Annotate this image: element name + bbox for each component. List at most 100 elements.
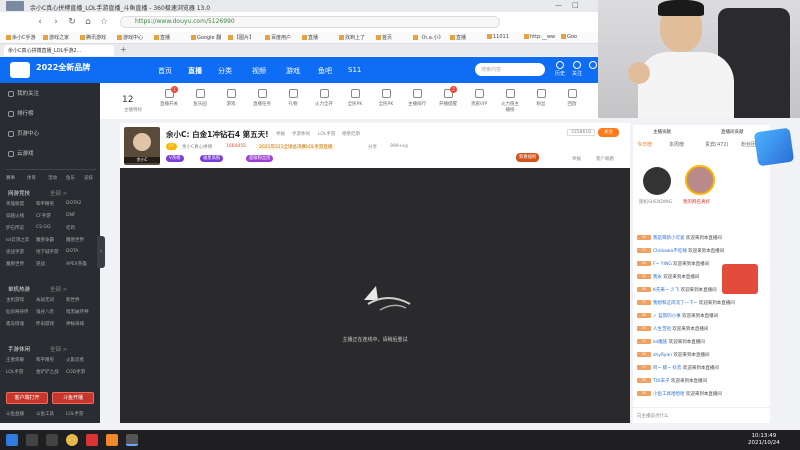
maximize-icon[interactable]: □ bbox=[572, 1, 579, 9]
gift-row-0[interactable]: 赛事 bbox=[6, 175, 15, 181]
sidebar-game-link[interactable]: DOTA2 bbox=[66, 201, 81, 206]
promo-badge[interactable] bbox=[753, 127, 795, 167]
search-icon[interactable] bbox=[26, 434, 38, 446]
bookmark-item[interactable]: 【图片】 bbox=[228, 34, 254, 41]
tag-fanclub[interactable]: 超级粉丝团 bbox=[246, 155, 274, 162]
sidebar-game-link[interactable]: COD手游 bbox=[66, 369, 85, 375]
sidebar-game-link[interactable]: 逆战 bbox=[36, 261, 45, 267]
nav-video[interactable]: 视频 bbox=[252, 66, 266, 76]
sidebar-game-link[interactable]: 逆战手游 bbox=[6, 249, 24, 255]
section-more[interactable]: 全部 > bbox=[50, 287, 67, 293]
bookmark-item[interactable]: Goo bbox=[561, 34, 577, 40]
address-bar[interactable]: https://www.douyu.com/5126990 bbox=[120, 16, 500, 28]
chat-username[interactable]: 人生苦短 bbox=[653, 327, 671, 332]
sidebar-game-link[interactable]: 王者荣耀 bbox=[6, 357, 24, 363]
feature-item[interactable]: 主播排行 bbox=[406, 89, 428, 107]
sidebar-collapse-handle[interactable]: ‹ bbox=[97, 236, 105, 268]
breadcrumb-2[interactable]: LOL手游 bbox=[318, 131, 335, 137]
app-icon-active[interactable] bbox=[126, 434, 138, 446]
sidebar-game-link[interactable]: 仙剑奇侠传 bbox=[6, 309, 29, 315]
bookmark-item[interactable]: 11011 bbox=[487, 34, 509, 40]
nav-category[interactable]: 分类 bbox=[218, 66, 232, 76]
sidebar-item-follow[interactable]: 我的关注 bbox=[8, 89, 39, 97]
chat-username[interactable]: zhyRyan bbox=[653, 353, 672, 358]
tag-hot[interactable]: V热榜 bbox=[166, 155, 184, 162]
sidebar-game-link[interactable]: CS:GO bbox=[36, 225, 51, 230]
feature-item[interactable]: 礼物 bbox=[282, 89, 304, 107]
chat-input[interactable]: 向主播说点什么 bbox=[633, 407, 770, 423]
feature-item[interactable]: 回放 bbox=[561, 89, 583, 107]
reload-icon[interactable]: ↻ bbox=[66, 16, 78, 28]
footer-link-2[interactable]: LOL手游 bbox=[66, 411, 83, 417]
profile-avatar[interactable] bbox=[6, 1, 24, 11]
back-icon[interactable]: ‹ bbox=[34, 16, 46, 28]
sidebar-game-link[interactable]: 地下城手游 bbox=[36, 249, 59, 255]
sidebar-game-link[interactable]: 穿越火线 bbox=[6, 213, 24, 219]
footer-link-1[interactable]: 斗鱼工具 bbox=[36, 411, 54, 417]
sidebar-game-link[interactable]: 暗黑破坏神 bbox=[66, 309, 89, 315]
sidebar-game-link[interactable]: 孤岛惊魂 bbox=[6, 321, 24, 327]
gift-row-1[interactable]: 体育 bbox=[27, 175, 36, 181]
team-name[interactable]: 余小C真心拼搏 bbox=[182, 144, 212, 150]
section-more[interactable]: 全部 > bbox=[50, 191, 67, 197]
sidebar-game-link[interactable]: 炉石传说 bbox=[6, 225, 24, 231]
report-link[interactable]: 举报 bbox=[276, 131, 285, 137]
chat-username[interactable]: F~ YING bbox=[653, 262, 672, 267]
header-follow[interactable]: 关注 bbox=[570, 61, 584, 77]
red-packet-icon[interactable] bbox=[722, 264, 758, 294]
chat-username[interactable]: ✓ 蓝鹊的小事 bbox=[653, 314, 681, 319]
header-history[interactable]: 历史 bbox=[553, 61, 567, 77]
new-tab-icon[interactable]: + bbox=[120, 45, 127, 54]
windows-start-icon[interactable] bbox=[6, 434, 18, 446]
sidebar-game-link[interactable]: APEX英雄 bbox=[66, 261, 87, 267]
bookmark-item[interactable]: 百度用户 bbox=[265, 34, 291, 41]
breadcrumb-1[interactable]: 手游休闲 bbox=[292, 131, 310, 137]
sidebar-game-link[interactable]: 金铲铲之战 bbox=[36, 369, 59, 375]
home-icon[interactable]: ⌂ bbox=[82, 16, 94, 28]
gift-row-4[interactable]: 竞技 bbox=[84, 175, 93, 181]
chat-username[interactable]: lol魔族 bbox=[653, 340, 667, 345]
client-watch-action[interactable]: 客户端看 bbox=[596, 156, 614, 162]
sidebar-game-link[interactable]: CF手游 bbox=[36, 213, 51, 219]
bookmark-item[interactable]: 直播 bbox=[154, 34, 170, 41]
gift-row-2[interactable]: 活动 bbox=[48, 175, 57, 181]
chrome-icon[interactable] bbox=[66, 434, 78, 446]
new-year-tag[interactable]: 新春福利 bbox=[516, 153, 540, 162]
feature-item[interactable]: 游戏 bbox=[220, 89, 242, 107]
nav-fishbar[interactable]: 鱼吧 bbox=[318, 66, 332, 76]
star-icon[interactable]: ☆ bbox=[98, 16, 110, 28]
open-client-button[interactable]: 客户端打开 bbox=[6, 392, 48, 404]
sidebar-game-link[interactable]: 和平精英 bbox=[36, 357, 54, 363]
task-view-icon[interactable] bbox=[46, 434, 58, 446]
bookmark-item[interactable]: Google 翻 bbox=[191, 34, 221, 41]
feature-item[interactable]: 鱼乐园 bbox=[189, 89, 211, 107]
streamer-avatar[interactable]: 余小C bbox=[124, 127, 160, 165]
forward-icon[interactable]: › bbox=[50, 16, 62, 28]
footer-link-0[interactable]: 斗鱼直播 bbox=[6, 411, 24, 417]
sidebar-game-link[interactable]: 主机游戏 bbox=[6, 297, 24, 303]
tab-today[interactable]: 今日榜 bbox=[637, 141, 652, 148]
chat-username[interactable]: TOI末子 bbox=[653, 379, 670, 384]
sidebar-game-link[interactable]: 英雄联盟 bbox=[6, 201, 24, 207]
follow-button[interactable]: 关注 bbox=[598, 128, 619, 137]
feature-item[interactable]: 粉丝 bbox=[530, 89, 552, 107]
bookmark-item[interactable]: 直播 bbox=[450, 34, 466, 41]
feature-item[interactable]: 开播提醒 2 bbox=[437, 86, 459, 107]
minimize-icon[interactable]: — bbox=[555, 1, 562, 9]
tab-active[interactable]: 余小C真心拼搏直播_LOL手游2... bbox=[4, 45, 114, 56]
feature-item[interactable]: 全民PK bbox=[344, 89, 366, 107]
tab-week[interactable]: 本周榜 bbox=[669, 141, 684, 148]
bookmark-item[interactable]: 余小C手游 bbox=[6, 34, 36, 41]
chat-username[interactable]: 我想和这风流了一下~ bbox=[653, 301, 697, 306]
chat-username[interactable]: K先来~ 少飞 bbox=[653, 288, 679, 293]
chat-username[interactable]: 小鱼工具哈哈哈 bbox=[653, 392, 685, 397]
bookmark-item[interactable]: 《h.a.小》 bbox=[413, 34, 443, 41]
start-stream-button[interactable]: 斗鱼开播 bbox=[52, 392, 94, 404]
chat-username[interactable]: 我永 bbox=[653, 275, 662, 280]
sidebar-game-link[interactable]: DOTA bbox=[66, 249, 79, 254]
feature-item[interactable]: 直播任务 bbox=[251, 89, 273, 107]
tab-vip[interactable]: 贵宾(472) bbox=[705, 141, 728, 148]
system-clock[interactable]: 10:13:49 2021/10/24 bbox=[748, 433, 780, 447]
sidebar-game-link[interactable]: 怀旧游戏 bbox=[36, 321, 54, 327]
bookmark-item[interactable]: 首页 bbox=[376, 34, 392, 41]
